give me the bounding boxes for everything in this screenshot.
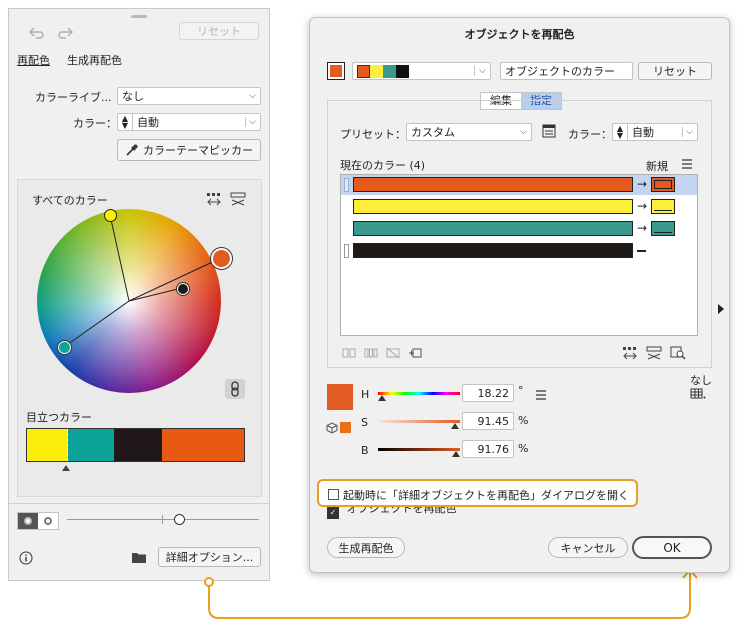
find-in-artwork-icon[interactable] bbox=[670, 346, 686, 360]
b-slider-track[interactable] bbox=[378, 448, 460, 451]
color-rows-list: → → → bbox=[340, 174, 698, 336]
chevron-down-icon: ⌵ bbox=[682, 127, 693, 137]
s-unit: % bbox=[518, 414, 529, 427]
b-unit: % bbox=[518, 442, 529, 455]
h-slider-thumb[interactable] bbox=[378, 395, 386, 401]
current-color-bar-yellow[interactable] bbox=[353, 199, 633, 214]
preset-select[interactable]: カスタム ⌵ bbox=[406, 123, 532, 141]
startup-option-label[interactable]: 起動時に「詳細オブジェクトを再配色」ダイアログを開く bbox=[343, 487, 629, 503]
link-harmony-icon[interactable] bbox=[622, 346, 638, 360]
preset-options-icon[interactable] bbox=[542, 124, 556, 138]
arrow-right-icon[interactable]: → bbox=[637, 199, 647, 213]
chevron-down-icon: ⌵ bbox=[520, 127, 527, 137]
h-unit: ° bbox=[518, 384, 524, 397]
new-color-swatch-teal[interactable] bbox=[651, 221, 675, 236]
startup-checkbox[interactable] bbox=[328, 489, 339, 500]
row-handle[interactable] bbox=[344, 178, 349, 192]
exclude-colors-icon[interactable] bbox=[386, 347, 400, 359]
expand-panel-arrow[interactable] bbox=[718, 304, 724, 314]
color-row-black[interactable] bbox=[341, 241, 697, 261]
color-group-name-field[interactable]: オブジェクトのカラー bbox=[500, 62, 633, 80]
merge-colors-icon[interactable] bbox=[342, 347, 356, 359]
selected-color-fill bbox=[330, 65, 342, 77]
cancel-button[interactable]: キャンセル bbox=[548, 537, 628, 558]
h-value-input[interactable]: 18.22 bbox=[462, 384, 514, 402]
color-row-orange[interactable]: → bbox=[341, 175, 697, 195]
new-row-icon[interactable] bbox=[408, 347, 422, 359]
assign-pane: プリセット： カスタム ⌵ カラー： ▲ ▼ 自動 ⌵ 現在のカラー (4) 新規… bbox=[327, 100, 712, 368]
menu-lines-icon[interactable] bbox=[681, 159, 693, 169]
new-column-label: 新規 bbox=[646, 160, 668, 173]
preset-value: カスタム bbox=[411, 126, 455, 139]
group-swatch-yellow bbox=[370, 64, 383, 78]
chevron-down-icon: ⌵ bbox=[474, 66, 486, 76]
b-slider-thumb[interactable] bbox=[452, 451, 460, 457]
web-safe-color-swatch[interactable] bbox=[340, 422, 351, 433]
dash-no-change-icon bbox=[637, 250, 646, 252]
reset-button[interactable]: リセット bbox=[638, 62, 712, 80]
color-group-select[interactable]: ⌵ bbox=[352, 62, 491, 80]
b-label: B bbox=[361, 444, 369, 457]
separate-colors-icon[interactable] bbox=[364, 347, 378, 359]
s-slider-track[interactable] bbox=[378, 420, 460, 423]
startup-option-highlight: 起動時に「詳細オブジェクトを再配色」ダイアログを開く bbox=[317, 479, 638, 507]
selected-color-swatch[interactable] bbox=[327, 62, 345, 80]
h-label: H bbox=[361, 388, 370, 401]
recolor-art-checkbox[interactable]: ✓ bbox=[327, 507, 339, 519]
fill-color-preview[interactable] bbox=[327, 384, 353, 410]
group-swatch-black bbox=[396, 64, 409, 78]
b-value-input[interactable]: 91.76 bbox=[462, 440, 514, 458]
generative-recolor-button[interactable]: 生成再配色 bbox=[327, 537, 405, 558]
recolor-dialog: オブジェクトを再配色 ⌵ オブジェクトのカラー リセット 編集 指定 プリセット… bbox=[309, 17, 730, 573]
color-mode-icon[interactable] bbox=[690, 388, 706, 400]
current-color-bar-orange[interactable] bbox=[353, 177, 633, 192]
recolor-art-checkbox-row[interactable]: ✓ オブジェクトを再配色 bbox=[327, 505, 457, 519]
stepper-arrows-icon[interactable]: ▲ ▼ bbox=[613, 124, 628, 140]
new-color-swatch-orange[interactable] bbox=[651, 177, 675, 192]
slider-menu-icon[interactable] bbox=[535, 390, 547, 400]
ok-button[interactable]: OK bbox=[632, 536, 712, 559]
s-slider-thumb[interactable] bbox=[451, 423, 459, 429]
color-label: カラー： bbox=[568, 128, 612, 141]
none-label: なし bbox=[690, 374, 712, 387]
current-color-bar-black[interactable] bbox=[353, 243, 633, 258]
dialog-title: オブジェクトを再配色 bbox=[464, 28, 575, 41]
3d-cube-icon[interactable] bbox=[326, 422, 338, 434]
s-value-input[interactable]: 91.45 bbox=[462, 412, 514, 430]
current-color-bar-teal[interactable] bbox=[353, 221, 633, 236]
color-count-value: 自動 bbox=[632, 126, 654, 139]
s-label: S bbox=[361, 416, 368, 429]
color-count-stepper[interactable]: ▲ ▼ 自動 ⌵ bbox=[612, 123, 698, 141]
color-row-teal[interactable]: → bbox=[341, 219, 697, 239]
arrow-right-icon[interactable]: → bbox=[637, 177, 647, 191]
group-swatch-orange bbox=[357, 64, 370, 78]
current-colors-label: 現在のカラー (4) bbox=[340, 159, 426, 172]
new-color-swatch-yellow[interactable] bbox=[651, 199, 675, 214]
preset-label: プリセット： bbox=[340, 128, 406, 141]
group-swatch-teal bbox=[383, 64, 396, 78]
randomize-order-icon[interactable] bbox=[646, 346, 662, 360]
row-handle[interactable] bbox=[344, 244, 349, 258]
color-row-yellow[interactable]: → bbox=[341, 197, 697, 217]
h-slider-track[interactable] bbox=[378, 392, 460, 395]
arrow-right-icon[interactable]: → bbox=[637, 221, 647, 235]
